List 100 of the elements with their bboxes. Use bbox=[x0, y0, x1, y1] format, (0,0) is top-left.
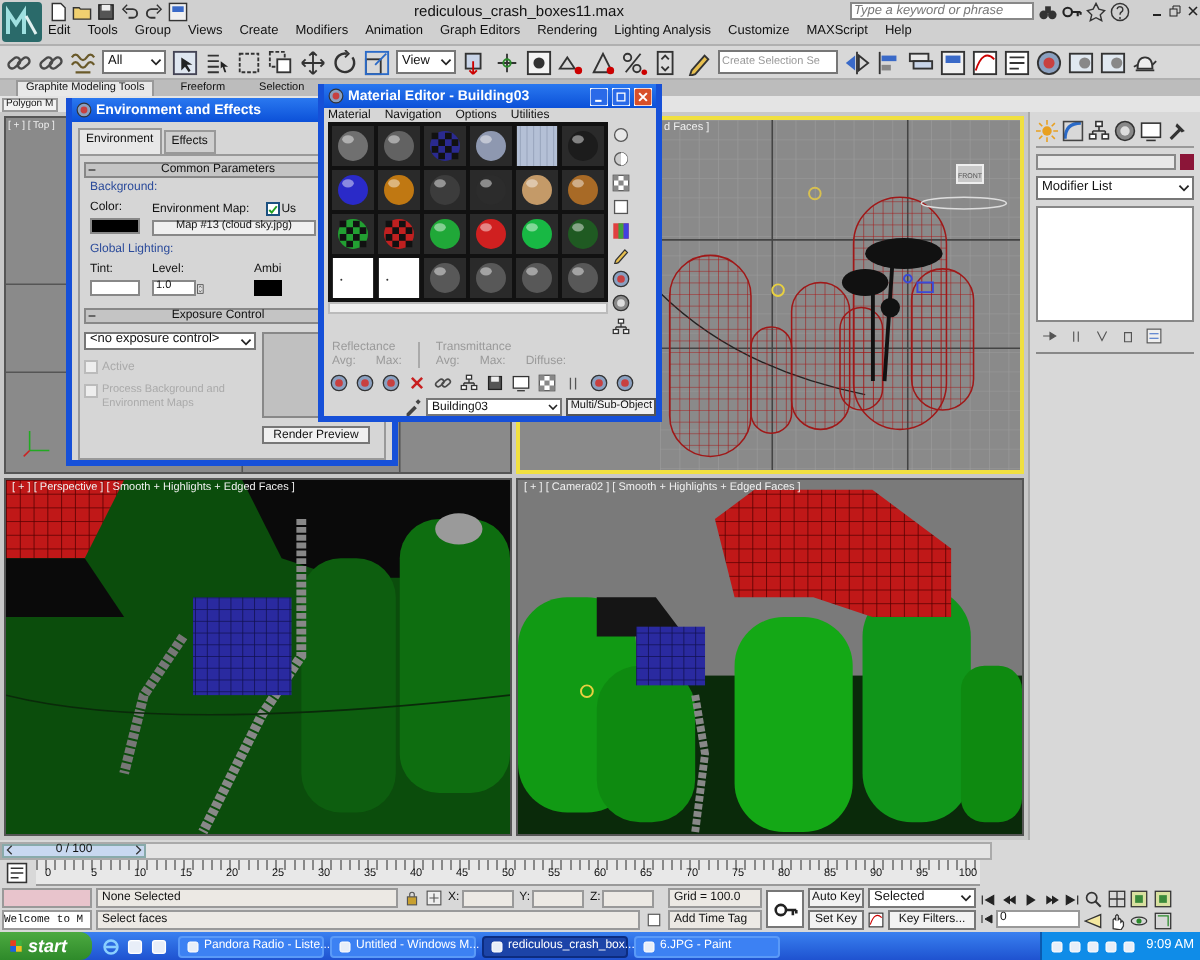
absolute-mode-icon[interactable] bbox=[426, 890, 442, 906]
help-icon[interactable] bbox=[1110, 1, 1130, 21]
next-frame-icon[interactable] bbox=[131, 844, 144, 856]
zoom-extents-all-icon[interactable] bbox=[1153, 889, 1171, 907]
go-to-parent-icon[interactable] bbox=[590, 374, 608, 392]
project-icon[interactable] bbox=[168, 1, 188, 21]
mini-curve-editor-icon[interactable] bbox=[6, 862, 28, 884]
redo-icon[interactable] bbox=[144, 1, 164, 21]
mirror-icon[interactable] bbox=[844, 49, 870, 75]
spinner-arrows-icon[interactable] bbox=[196, 281, 206, 295]
star-icon[interactable] bbox=[1086, 1, 1106, 21]
schematic-view-icon[interactable] bbox=[1004, 49, 1030, 75]
go-to-end-icon[interactable] bbox=[1064, 891, 1080, 907]
make-unique-icon[interactable] bbox=[460, 374, 478, 392]
spinner-snap-icon[interactable] bbox=[654, 49, 680, 75]
orbit-icon[interactable] bbox=[1130, 911, 1148, 929]
uv-tiling-icon[interactable] bbox=[612, 198, 630, 216]
isolate-icon[interactable] bbox=[646, 912, 662, 928]
undo-icon[interactable] bbox=[120, 1, 140, 21]
get-material-icon[interactable] bbox=[330, 374, 348, 392]
object-name-field[interactable] bbox=[1036, 154, 1176, 170]
move-icon[interactable] bbox=[300, 49, 326, 75]
material-sample-slot[interactable] bbox=[514, 256, 560, 300]
key-tools-icon[interactable] bbox=[1062, 1, 1082, 21]
copy-material-icon[interactable] bbox=[434, 374, 452, 392]
utilities-tab-icon[interactable] bbox=[1166, 120, 1188, 142]
material-sample-slot[interactable] bbox=[330, 256, 376, 300]
coordinate-field[interactable] bbox=[602, 889, 655, 907]
rendered-frame-icon[interactable] bbox=[1100, 49, 1126, 75]
pan-icon[interactable] bbox=[1107, 911, 1125, 929]
video-color-check-icon[interactable] bbox=[612, 222, 630, 240]
desktop-icon[interactable] bbox=[150, 937, 168, 955]
modifier-stack-list[interactable] bbox=[1036, 206, 1194, 322]
close-icon[interactable] bbox=[1186, 4, 1200, 18]
ambient-color-swatch[interactable] bbox=[254, 280, 282, 296]
material-sample-slot[interactable] bbox=[514, 168, 560, 212]
media-icon[interactable] bbox=[126, 937, 144, 955]
material-sample-slot[interactable] bbox=[422, 168, 468, 212]
browser-icon[interactable] bbox=[102, 937, 120, 955]
angle-snap-icon[interactable] bbox=[590, 49, 616, 75]
material-sample-slot[interactable] bbox=[330, 168, 376, 212]
zoom-icon[interactable] bbox=[1084, 889, 1102, 907]
keyboard-override-icon[interactable] bbox=[526, 49, 552, 75]
material-sample-slot[interactable] bbox=[514, 212, 560, 256]
rectangular-selection-icon[interactable] bbox=[236, 49, 262, 75]
window-crossing-icon[interactable] bbox=[268, 49, 294, 75]
pivot-icon[interactable] bbox=[462, 49, 488, 75]
edit-named-selection-icon[interactable] bbox=[686, 49, 712, 75]
pin-stack-icon[interactable] bbox=[1042, 328, 1058, 344]
zoom-all-icon[interactable] bbox=[1107, 889, 1125, 907]
assign-material-icon[interactable] bbox=[382, 374, 400, 392]
default-tangents-icon[interactable] bbox=[868, 912, 884, 928]
sample-type-icon[interactable] bbox=[612, 126, 630, 144]
render-setup-icon[interactable] bbox=[1068, 49, 1094, 75]
curve-editor-icon[interactable] bbox=[972, 49, 998, 75]
configure-sets-icon[interactable] bbox=[1146, 328, 1162, 344]
select-object-icon[interactable] bbox=[172, 49, 198, 75]
material-navigator-icon[interactable] bbox=[612, 318, 630, 336]
material-effects-icon[interactable] bbox=[512, 374, 530, 392]
display-tab-icon[interactable] bbox=[1140, 120, 1162, 142]
backlight-icon[interactable] bbox=[612, 150, 630, 168]
layer-manager-icon[interactable] bbox=[908, 49, 934, 75]
percent-snap-icon[interactable] bbox=[622, 49, 648, 75]
modify-tab-icon[interactable] bbox=[1062, 120, 1084, 142]
use-map-checkbox[interactable] bbox=[265, 202, 280, 216]
restore-icon[interactable] bbox=[1168, 4, 1182, 18]
material-sample-slot[interactable] bbox=[560, 256, 606, 300]
material-sample-slot[interactable] bbox=[376, 124, 422, 168]
make-preview-icon[interactable] bbox=[612, 246, 630, 264]
selection-lock-icon[interactable] bbox=[404, 890, 420, 906]
options-icon[interactable] bbox=[612, 270, 630, 288]
material-sample-slot[interactable] bbox=[514, 124, 560, 168]
start-button[interactable]: start bbox=[0, 932, 92, 960]
material-sample-slot[interactable] bbox=[468, 124, 514, 168]
minimize-icon[interactable] bbox=[590, 87, 608, 105]
new-file-icon[interactable] bbox=[48, 1, 68, 21]
rotate-icon[interactable] bbox=[332, 49, 358, 75]
coordinate-field[interactable] bbox=[461, 889, 514, 907]
space-warp-icon[interactable] bbox=[70, 49, 96, 75]
ribbon-toggle-icon[interactable] bbox=[940, 49, 966, 75]
coordinate-field[interactable] bbox=[532, 889, 585, 907]
eyedropper-icon[interactable] bbox=[404, 398, 422, 416]
maximize-viewport-icon[interactable] bbox=[1153, 911, 1171, 929]
zoom-extents-icon[interactable] bbox=[1130, 889, 1148, 907]
material-sample-slot[interactable] bbox=[560, 168, 606, 212]
open-folder-icon[interactable] bbox=[72, 1, 92, 21]
remove-modifier-icon[interactable] bbox=[1120, 328, 1136, 344]
hierarchy-tab-icon[interactable] bbox=[1088, 120, 1110, 142]
background-icon[interactable] bbox=[612, 174, 630, 192]
maximize-icon[interactable] bbox=[612, 87, 630, 105]
material-sample-slot[interactable] bbox=[422, 256, 468, 300]
material-sample-slot[interactable] bbox=[422, 212, 468, 256]
previous-frame-icon[interactable] bbox=[4, 844, 16, 856]
binoculars-icon[interactable] bbox=[1038, 1, 1058, 21]
material-sample-slot[interactable] bbox=[376, 256, 422, 300]
material-sample-slot[interactable] bbox=[468, 256, 514, 300]
scale-icon[interactable] bbox=[364, 49, 390, 75]
key-mode-toggle-icon[interactable] bbox=[980, 911, 994, 925]
show-map-icon[interactable] bbox=[538, 374, 556, 392]
put-to-scene-icon[interactable] bbox=[356, 374, 374, 392]
